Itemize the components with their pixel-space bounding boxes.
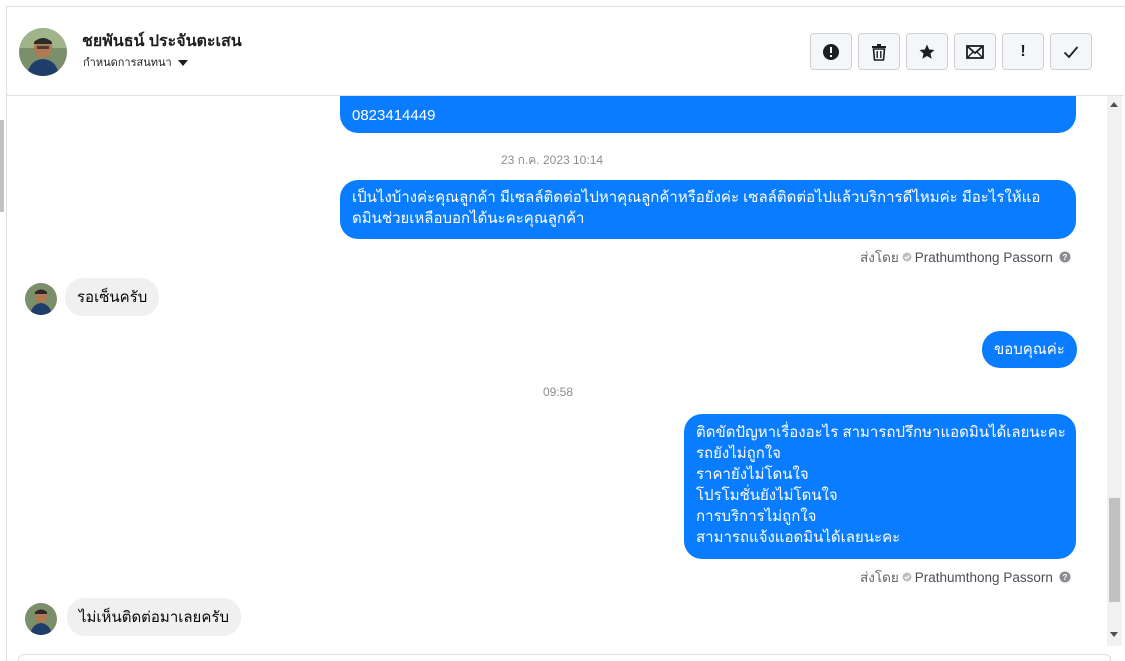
- message-text-line: รถยังไม่ถูกใจ: [696, 445, 781, 462]
- timestamp: 09:58: [543, 385, 574, 399]
- sent-by-prefix: ส่งโดย: [860, 250, 899, 265]
- sent-by-label: ส่งโดย Prathumthong Passorn ?: [860, 246, 1071, 268]
- mark-unread-button[interactable]: [954, 33, 996, 70]
- message-text-line: ติดขัดปัญหาเรื่องอะไร สามารถปรึกษาแอดมิน…: [696, 424, 1066, 441]
- spam-button[interactable]: [810, 33, 852, 70]
- scroll-down-arrow-icon[interactable]: [1110, 632, 1118, 637]
- help-icon[interactable]: ?: [1059, 251, 1071, 263]
- left-scroll-thumb[interactable]: [0, 120, 4, 212]
- assign-label: กำหนดการสนทนา: [83, 57, 172, 69]
- alert-circle-icon: [823, 43, 839, 60]
- message-text-line: ราคายังไม่โดนใจ: [696, 466, 809, 483]
- caret-down-icon: [177, 59, 188, 66]
- sent-by-label: ส่งโดย Prathumthong Passorn ?: [860, 566, 1071, 588]
- assign-conversation-dropdown[interactable]: กำหนดการสนทนา: [83, 53, 188, 71]
- message-incoming: ไม่เห็นติดต่อมาเลยครับ: [67, 598, 241, 636]
- help-icon[interactable]: ?: [1059, 571, 1071, 583]
- verified-icon: [902, 572, 912, 582]
- action-toolbar: !: [810, 33, 1092, 70]
- message-text-line: การบริการไม่ถูกใจ: [696, 508, 817, 525]
- message-outgoing-partial: 0823414449: [340, 96, 1076, 133]
- message-outgoing: เป็นไงบ้างค่ะคุณลูกค้า มีเซลล์ติดต่อไปหา…: [340, 180, 1076, 239]
- conversation-header: ชยพันธน์ ประจันตะเสน กำหนดการสนทนา !: [7, 7, 1124, 96]
- timestamp: 23 ก.ค. 2023 10:14: [501, 153, 604, 167]
- sent-by-name[interactable]: Prathumthong Passorn: [915, 250, 1053, 265]
- contact-name[interactable]: ชยพันธน์ ประจันตะเสน: [82, 29, 242, 54]
- sent-by-name[interactable]: Prathumthong Passorn: [915, 570, 1053, 585]
- message-text-line: ดมินช่วยเหลือบอกได้นะคะคุณลูกค้า: [352, 210, 585, 227]
- done-button[interactable]: [1050, 33, 1092, 70]
- scroll-thumb[interactable]: [1109, 498, 1120, 602]
- check-icon: [1063, 45, 1079, 58]
- svg-text:?: ?: [1062, 253, 1067, 262]
- sender-avatar[interactable]: [25, 603, 57, 635]
- svg-text:?: ?: [1062, 573, 1067, 582]
- message-text: รอเซ็นครับ: [77, 289, 148, 306]
- message-composer[interactable]: [18, 654, 1111, 661]
- sender-avatar[interactable]: [25, 283, 57, 315]
- message-outgoing: ขอบคุณค่ะ: [982, 331, 1077, 368]
- message-text: ไม่เห็นติดต่อมาเลยครับ: [79, 609, 229, 626]
- message-text-line: โปรโมชั่นยังไม่โดนใจ: [696, 487, 838, 504]
- delete-button[interactable]: [858, 33, 900, 70]
- exclamation-icon: !: [1020, 42, 1026, 60]
- star-button[interactable]: [906, 33, 948, 70]
- trash-icon: [872, 43, 886, 61]
- scroll-up-arrow-icon[interactable]: [1110, 102, 1118, 107]
- star-icon: [919, 44, 935, 59]
- follow-up-button[interactable]: !: [1002, 33, 1044, 70]
- message-incoming: รอเซ็นครับ: [65, 278, 160, 316]
- envelope-icon: [966, 44, 984, 59]
- message-text-line: สามารถแจ้งแอดมินได้เลยนะคะ: [696, 529, 901, 546]
- message-text: ขอบคุณค่ะ: [994, 341, 1065, 358]
- scrollbar[interactable]: [1107, 96, 1122, 646]
- verified-icon: [902, 252, 912, 262]
- sent-by-prefix: ส่งโดย: [860, 570, 899, 585]
- message-outgoing: ติดขัดปัญหาเรื่องอะไร สามารถปรึกษาแอดมิน…: [684, 414, 1076, 559]
- contact-avatar[interactable]: [19, 28, 67, 76]
- message-list[interactable]: 0823414449 23 ก.ค. 2023 10:14 เป็นไงบ้าง…: [7, 96, 1107, 656]
- message-text: 0823414449: [352, 107, 436, 124]
- message-text-line: เป็นไงบ้างค่ะคุณลูกค้า มีเซลล์ติดต่อไปหา…: [352, 189, 1041, 206]
